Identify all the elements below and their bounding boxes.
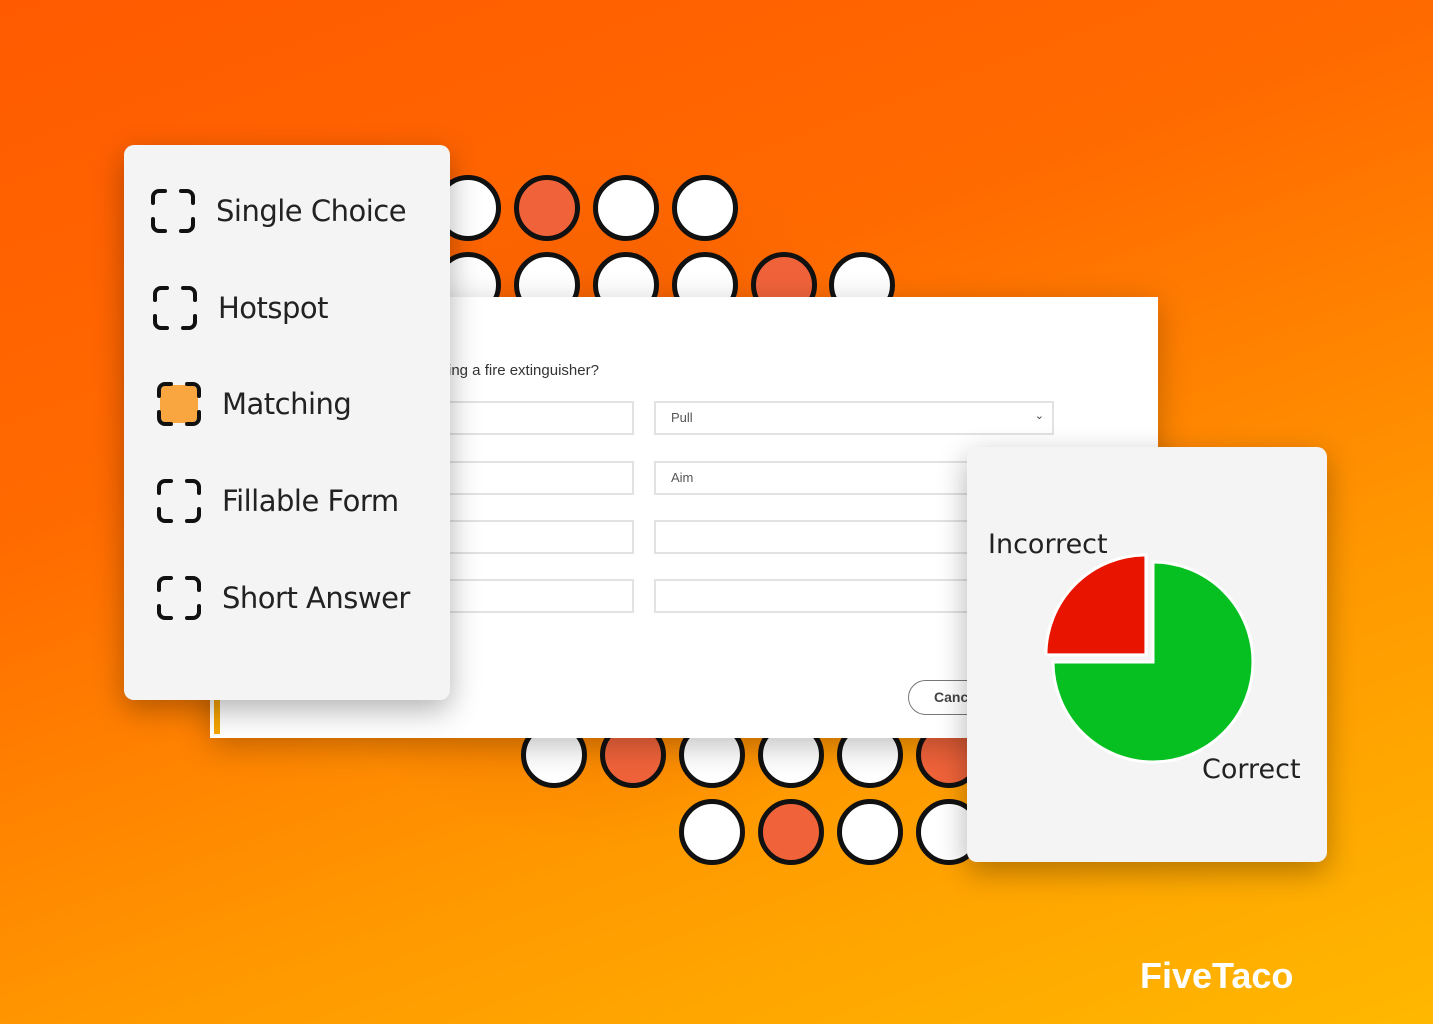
dialog-accent-stripe xyxy=(214,700,220,734)
question-type-label: Matching xyxy=(222,387,352,421)
decorative-circle xyxy=(758,799,824,865)
question-text: ing a fire extinguisher? xyxy=(448,362,599,379)
decorative-circle xyxy=(593,175,659,241)
frame-icon xyxy=(156,575,202,621)
fivetaco-logo: FiveTaco xyxy=(1140,955,1294,996)
question-type-label: Fillable Form xyxy=(222,484,399,518)
question-type-matching[interactable]: Matching xyxy=(156,381,352,427)
results-pie-chart xyxy=(1044,553,1255,764)
decorative-circle xyxy=(672,175,738,241)
answer-select-1[interactable]: Pull ⌄ xyxy=(654,401,1054,435)
answer-value: Pull xyxy=(671,410,693,425)
left-field-1[interactable] xyxy=(440,401,634,435)
chevron-down-icon: ⌄ xyxy=(1034,410,1044,422)
question-type-hotspot[interactable]: Hotspot xyxy=(152,285,329,331)
frame-icon xyxy=(150,188,196,234)
question-type-label: Short Answer xyxy=(222,581,410,615)
pie-slice-incorrect xyxy=(1044,553,1148,657)
question-type-label: Single Choice xyxy=(216,194,407,228)
question-type-fillable-form[interactable]: Fillable Form xyxy=(156,478,399,524)
frame-icon xyxy=(152,285,198,331)
selected-frame-icon xyxy=(156,381,202,427)
decorative-circle xyxy=(514,175,580,241)
decorative-circle xyxy=(837,799,903,865)
question-type-panel: Single Choice Hotspot Matching Fillable For… xyxy=(124,145,450,700)
question-type-single-choice[interactable]: Single Choice xyxy=(150,188,407,234)
decorative-circle xyxy=(679,799,745,865)
results-card: Incorrect Correct xyxy=(967,447,1327,862)
left-field-2[interactable] xyxy=(440,461,634,495)
question-type-label: Hotspot xyxy=(218,291,329,325)
frame-icon xyxy=(156,478,202,524)
answer-value: Aim xyxy=(671,470,694,485)
left-field-3[interactable] xyxy=(440,520,634,554)
question-type-short-answer[interactable]: Short Answer xyxy=(156,575,410,621)
left-field-4[interactable] xyxy=(440,579,634,613)
